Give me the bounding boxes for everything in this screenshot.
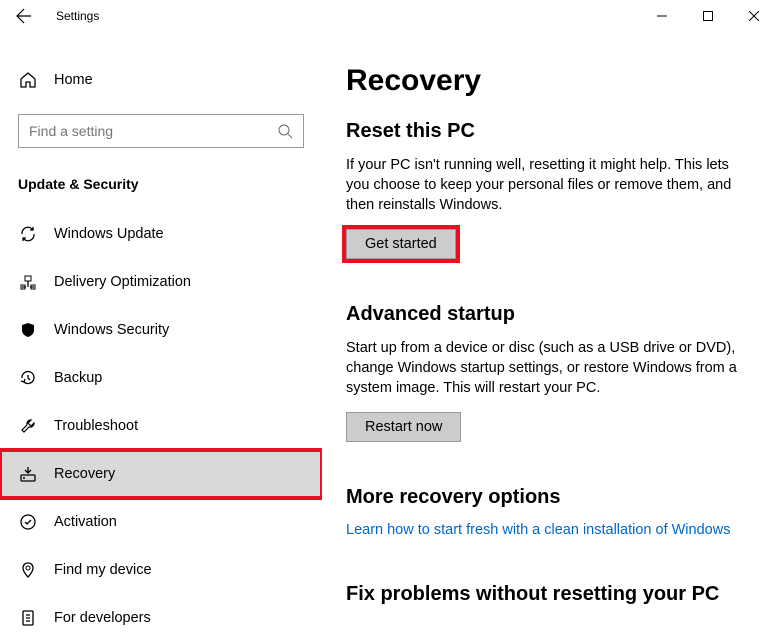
advanced-text: Start up from a device or disc (such as … [346, 338, 745, 398]
nav-label: Troubleshoot [54, 418, 138, 434]
window-title: Settings [56, 9, 99, 23]
wrench-icon [18, 416, 38, 436]
reset-heading: Reset this PC [346, 120, 745, 143]
shield-icon [18, 320, 38, 340]
nav-item-for-developers[interactable]: For developers [0, 594, 322, 634]
fix-heading: Fix problems without resetting your PC [346, 583, 745, 606]
nav-item-troubleshoot[interactable]: Troubleshoot [0, 402, 322, 450]
delivery-icon [18, 272, 38, 292]
more-heading: More recovery options [346, 486, 745, 509]
nav-label: Windows Security [54, 322, 169, 338]
window-controls [639, 0, 777, 32]
maximize-icon [703, 11, 713, 21]
nav-list: Windows Update Delivery Optimization Win… [0, 210, 322, 634]
content-area: Recovery Reset this PC If your PC isn't … [322, 32, 777, 634]
nav-item-recovery[interactable]: Recovery [0, 450, 322, 498]
section-reset-pc: Reset this PC If your PC isn't running w… [346, 120, 745, 259]
section-more-recovery: More recovery options Learn how to start… [346, 486, 745, 539]
search-box[interactable] [18, 114, 304, 148]
section-fix-problems: Fix problems without resetting your PC [346, 583, 745, 606]
section-advanced-startup: Advanced startup Start up from a device … [346, 303, 745, 442]
nav-label: Windows Update [54, 226, 164, 242]
sidebar: Home Update & Security Windows Update De… [0, 32, 322, 634]
nav-item-activation[interactable]: Activation [0, 498, 322, 546]
close-icon [749, 11, 759, 21]
fresh-install-link[interactable]: Learn how to start fresh with a clean in… [346, 522, 730, 538]
nav-item-windows-update[interactable]: Windows Update [0, 210, 322, 258]
page-title: Recovery [346, 64, 745, 98]
home-icon [18, 70, 38, 90]
advanced-heading: Advanced startup [346, 303, 745, 326]
minimize-button[interactable] [639, 0, 685, 32]
nav-label: Recovery [54, 466, 115, 482]
reset-text: If your PC isn't running well, resetting… [346, 155, 745, 215]
developers-icon [18, 608, 38, 628]
check-circle-icon [18, 512, 38, 532]
nav-label: Delivery Optimization [54, 274, 191, 290]
location-icon [18, 560, 38, 580]
nav-item-backup[interactable]: Backup [0, 354, 322, 402]
nav-item-find-my-device[interactable]: Find my device [0, 546, 322, 594]
home-button[interactable]: Home [0, 60, 322, 100]
sync-icon [18, 224, 38, 244]
close-button[interactable] [731, 0, 777, 32]
nav-item-windows-security[interactable]: Windows Security [0, 306, 322, 354]
nav-label: Activation [54, 514, 117, 530]
search-input[interactable] [29, 123, 277, 139]
back-button[interactable] [8, 0, 40, 32]
search-icon [277, 123, 293, 139]
category-heading: Update & Security [18, 176, 322, 192]
back-arrow-icon [16, 8, 32, 24]
nav-label: For developers [54, 610, 151, 626]
minimize-icon [657, 11, 667, 21]
home-label: Home [54, 72, 93, 88]
restart-now-button[interactable]: Restart now [346, 412, 461, 442]
recovery-icon [18, 464, 38, 484]
nav-item-delivery-optimization[interactable]: Delivery Optimization [0, 258, 322, 306]
backup-icon [18, 368, 38, 388]
maximize-button[interactable] [685, 0, 731, 32]
titlebar: Settings [0, 0, 777, 32]
get-started-button[interactable]: Get started [346, 229, 456, 259]
nav-label: Find my device [54, 562, 152, 578]
nav-label: Backup [54, 370, 102, 386]
